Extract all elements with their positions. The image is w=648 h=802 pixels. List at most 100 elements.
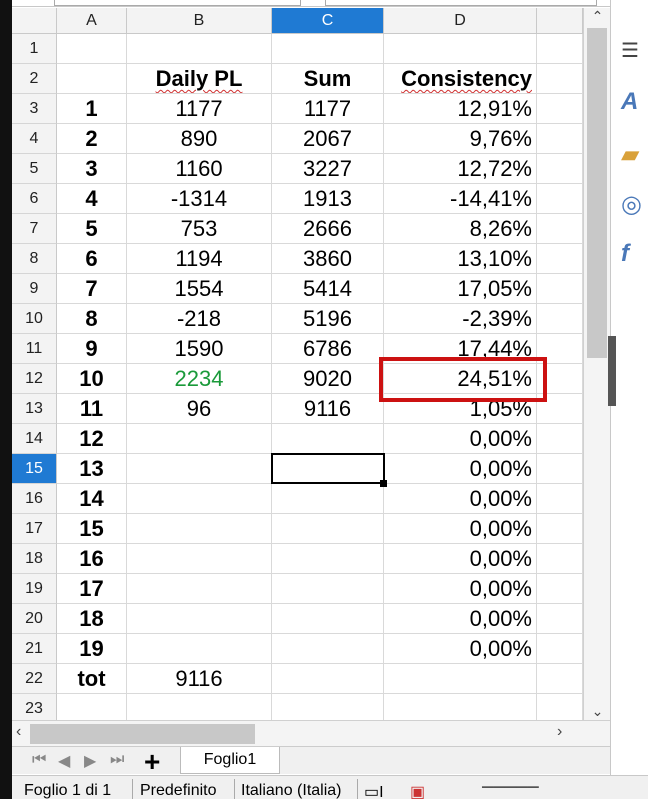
row-header[interactable]: 12 — [12, 364, 57, 394]
cell-b20[interactable] — [127, 604, 272, 634]
cell-c13[interactable]: 9116 — [272, 394, 384, 424]
cell-a17[interactable]: 15 — [57, 514, 127, 544]
cell-c4[interactable]: 2067 — [272, 124, 384, 154]
row-header[interactable]: 22 — [12, 664, 57, 694]
cell-e5[interactable] — [537, 154, 583, 184]
next-sheet-icon[interactable]: ▶ — [84, 751, 96, 771]
page-style[interactable]: Predefinito — [140, 782, 217, 800]
formula-input[interactable] — [325, 0, 597, 6]
cell-c1[interactable] — [272, 34, 384, 64]
cell-e19[interactable] — [537, 574, 583, 604]
styles-icon[interactable]: A — [621, 88, 648, 118]
row-header[interactable]: 5 — [12, 154, 57, 184]
cell-e3[interactable] — [537, 94, 583, 124]
prev-sheet-icon[interactable]: ◀ — [58, 751, 70, 771]
cell-a9[interactable]: 7 — [57, 274, 127, 304]
cell-b2[interactable]: Daily PL — [127, 64, 272, 94]
cell-b21[interactable] — [127, 634, 272, 664]
cell-b4[interactable]: 890 — [127, 124, 272, 154]
cell-a7[interactable]: 5 — [57, 214, 127, 244]
cell-d8[interactable]: 13,10% — [384, 244, 537, 274]
cell-c10[interactable]: 5196 — [272, 304, 384, 334]
cell-b15[interactable] — [127, 454, 272, 484]
cell-c8[interactable]: 3860 — [272, 244, 384, 274]
cell-d17[interactable]: 0,00% — [384, 514, 537, 544]
column-header-b[interactable]: B — [127, 8, 272, 34]
cell-e15[interactable] — [537, 454, 583, 484]
cell-e16[interactable] — [537, 484, 583, 514]
cell-a19[interactable]: 17 — [57, 574, 127, 604]
row-header[interactable]: 13 — [12, 394, 57, 424]
cell-b16[interactable] — [127, 484, 272, 514]
cell-e7[interactable] — [537, 214, 583, 244]
cell-c6[interactable]: 1913 — [272, 184, 384, 214]
row-header[interactable]: 8 — [12, 244, 57, 274]
cell-b11[interactable]: 1590 — [127, 334, 272, 364]
cell-b3[interactable]: 1177 — [127, 94, 272, 124]
cell-b17[interactable] — [127, 514, 272, 544]
cell-b1[interactable] — [127, 34, 272, 64]
row-header[interactable]: 1 — [12, 34, 57, 64]
cell-d16[interactable]: 0,00% — [384, 484, 537, 514]
cell-d20[interactable]: 0,00% — [384, 604, 537, 634]
cell-e9[interactable] — [537, 274, 583, 304]
cell-c7[interactable]: 2666 — [272, 214, 384, 244]
cell-d10[interactable]: -2,39% — [384, 304, 537, 334]
cell-d6[interactable]: -14,41% — [384, 184, 537, 214]
cell-d18[interactable]: 0,00% — [384, 544, 537, 574]
row-header[interactable]: 9 — [12, 274, 57, 304]
cell-d15[interactable]: 0,00% — [384, 454, 537, 484]
row-header[interactable]: 3 — [12, 94, 57, 124]
language-status[interactable]: Italiano (Italia) — [241, 782, 342, 800]
cell-b6[interactable]: -1314 — [127, 184, 272, 214]
cell-a2[interactable] — [57, 64, 127, 94]
cell-a4[interactable]: 2 — [57, 124, 127, 154]
cell-e20[interactable] — [537, 604, 583, 634]
cell-c12[interactable]: 9020 — [272, 364, 384, 394]
cell-a3[interactable]: 1 — [57, 94, 127, 124]
cell-a1[interactable] — [57, 34, 127, 64]
cell-d22[interactable] — [384, 664, 537, 694]
cell-e8[interactable] — [537, 244, 583, 274]
cell-e2[interactable] — [537, 64, 583, 94]
functions-icon[interactable]: f — [621, 240, 648, 270]
properties-icon[interactable]: ☰ — [621, 38, 648, 68]
cell-c9[interactable]: 5414 — [272, 274, 384, 304]
cell-d5[interactable]: 12,72% — [384, 154, 537, 184]
cell-a15[interactable]: 13 — [57, 454, 127, 484]
row-header[interactable]: 6 — [12, 184, 57, 214]
row-header[interactable]: 18 — [12, 544, 57, 574]
cell-e21[interactable] — [537, 634, 583, 664]
row-header[interactable]: 16 — [12, 484, 57, 514]
cell-d2[interactable]: Consistency — [384, 64, 537, 94]
name-box[interactable] — [54, 0, 301, 6]
cell-c21[interactable] — [272, 634, 384, 664]
last-sheet-icon[interactable]: ⏭ — [110, 751, 124, 769]
cell-e1[interactable] — [537, 34, 583, 64]
cell-e17[interactable] — [537, 514, 583, 544]
cell-e10[interactable] — [537, 304, 583, 334]
plus-icon[interactable]: + — [144, 746, 160, 778]
cell-a12[interactable]: 10 — [57, 364, 127, 394]
row-header[interactable]: 19 — [12, 574, 57, 604]
cell-a6[interactable]: 4 — [57, 184, 127, 214]
row-header[interactable]: 14 — [12, 424, 57, 454]
cell-d21[interactable]: 0,00% — [384, 634, 537, 664]
cell-e4[interactable] — [537, 124, 583, 154]
chevron-right-icon[interactable]: › — [557, 723, 562, 741]
cell-e22[interactable] — [537, 664, 583, 694]
select-all-corner[interactable] — [12, 8, 57, 34]
cell-c18[interactable] — [272, 544, 384, 574]
column-header-d[interactable]: D — [384, 8, 537, 34]
cell-b14[interactable] — [127, 424, 272, 454]
cell-b13[interactable]: 96 — [127, 394, 272, 424]
row-header[interactable]: 11 — [12, 334, 57, 364]
cell-c17[interactable] — [272, 514, 384, 544]
row-header[interactable]: 4 — [12, 124, 57, 154]
cell-d4[interactable]: 9,76% — [384, 124, 537, 154]
sheet-tab[interactable]: Foglio1 — [180, 747, 280, 774]
cell-c16[interactable] — [272, 484, 384, 514]
cell-d1[interactable] — [384, 34, 537, 64]
navigator-icon[interactable]: ◎ — [621, 190, 648, 220]
cell-c20[interactable] — [272, 604, 384, 634]
